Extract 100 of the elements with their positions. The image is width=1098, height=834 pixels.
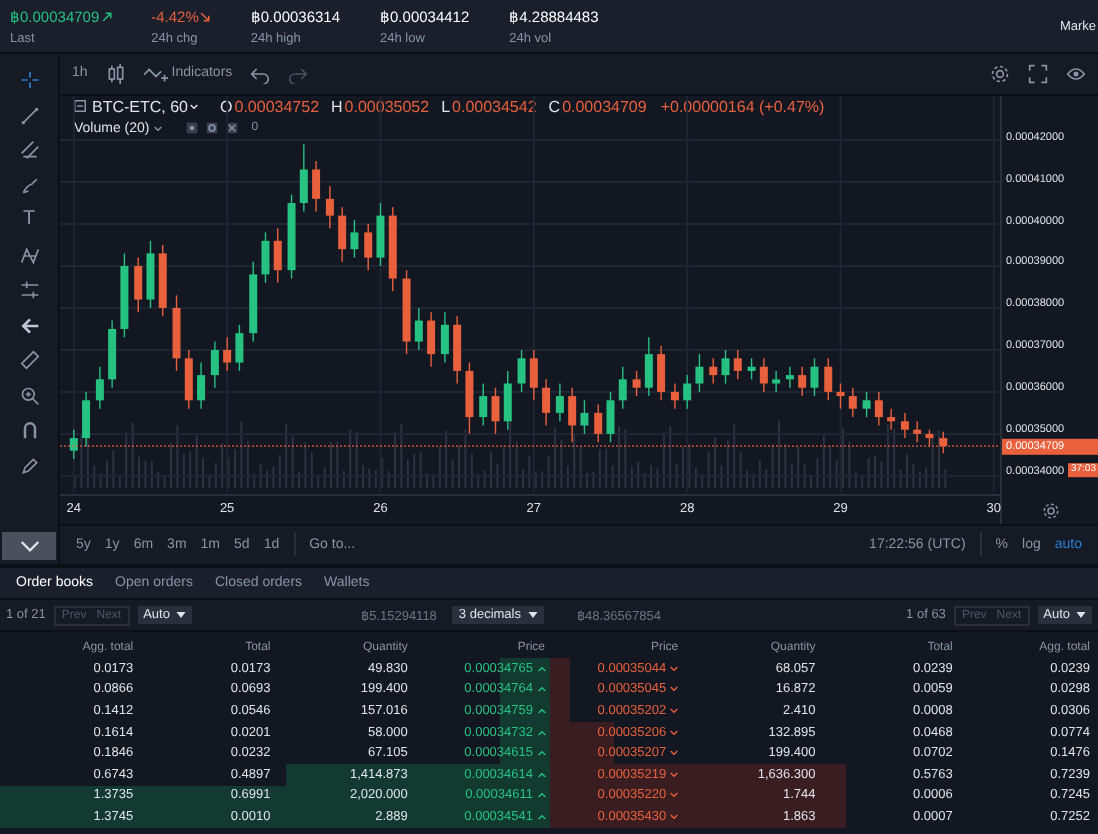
parallel-lines-icon[interactable] <box>19 140 39 160</box>
candlestick <box>134 255 143 312</box>
symbol-label[interactable]: BTC-ETC, 60 <box>92 97 189 115</box>
caret-down-icon <box>670 771 679 778</box>
measure-icon[interactable] <box>19 280 39 300</box>
candlestick <box>146 239 155 308</box>
caret-up-icon <box>537 792 545 799</box>
candlestick <box>683 373 692 409</box>
ohlc-value: 0.00035052 <box>344 97 430 115</box>
caret-up-icon <box>537 813 545 820</box>
caret-down-icon <box>670 729 679 736</box>
candlestick <box>618 365 627 409</box>
candlestick <box>695 352 704 392</box>
caret-icon <box>1076 612 1086 618</box>
candlestick <box>709 356 718 384</box>
caret-down-icon <box>670 686 679 693</box>
undo-icon[interactable] <box>250 63 271 84</box>
caret-down-icon <box>670 665 679 672</box>
caret-up-icon <box>537 750 545 757</box>
candlestick <box>632 369 641 396</box>
caret-down-icon <box>670 792 679 799</box>
pattern-icon[interactable] <box>19 245 39 265</box>
candlestick <box>594 402 603 442</box>
candlestick <box>785 365 794 388</box>
candlestick <box>350 218 359 258</box>
ohlc-label: O <box>220 97 233 115</box>
zoom-icon[interactable] <box>19 385 39 405</box>
close-icon[interactable] <box>225 122 238 134</box>
crosshair-icon[interactable] <box>19 70 39 90</box>
settings-icon[interactable] <box>1042 501 1060 519</box>
trend-line-icon[interactable] <box>19 105 39 125</box>
ohlc-label: H <box>331 97 343 115</box>
eye-icon[interactable] <box>185 122 198 134</box>
candlestick <box>427 310 436 367</box>
candlestick <box>325 184 334 228</box>
caret-up-icon <box>537 686 545 693</box>
eye-icon[interactable] <box>1066 63 1086 84</box>
ohlc-value: 0.00034709 <box>562 97 647 115</box>
candles-icon[interactable] <box>105 63 126 84</box>
candlestick <box>542 377 551 426</box>
candlestick <box>95 365 104 409</box>
candlestick <box>453 314 462 384</box>
candlestick <box>184 348 193 409</box>
candlestick <box>848 386 857 417</box>
caret-up-icon <box>537 707 545 714</box>
candlestick <box>376 201 385 266</box>
candlestick <box>235 323 244 371</box>
caret-icon <box>175 612 186 618</box>
ohlc-value: 0.00034542 <box>452 97 537 115</box>
ohlc-label: L <box>441 97 451 115</box>
settings-icon[interactable] <box>990 63 1010 84</box>
arrow-down-icon <box>200 11 211 21</box>
collapse-button[interactable] <box>2 532 56 560</box>
ohlc-value: 0.00034752 <box>234 97 320 115</box>
back-arrow-icon[interactable] <box>19 315 39 335</box>
candlestick <box>657 344 666 400</box>
candlestick <box>733 348 742 380</box>
arrow-up-icon <box>101 11 112 21</box>
candlestick <box>299 142 308 212</box>
candlestick <box>913 419 922 442</box>
caret-down-icon <box>670 707 679 714</box>
candlestick <box>939 430 948 453</box>
candlestick <box>862 390 871 417</box>
candlestick <box>517 348 526 392</box>
candlestick <box>670 381 679 409</box>
candlestick <box>479 381 488 426</box>
candlestick <box>338 205 347 262</box>
candlestick <box>210 339 219 388</box>
candlestick <box>874 390 883 426</box>
change-value: +0.00000164 (+0.47%) <box>660 97 825 115</box>
candlestick <box>555 381 564 421</box>
candlestick <box>759 356 768 392</box>
candlestick <box>529 348 538 400</box>
candlestick <box>414 306 423 350</box>
ruler-icon[interactable] <box>19 350 39 370</box>
caret-down-icon <box>670 813 679 820</box>
candlestick <box>810 356 819 396</box>
caret-up-icon <box>537 729 545 736</box>
settings-icon[interactable] <box>205 122 218 134</box>
caret-icon <box>527 612 537 618</box>
candlestick <box>900 411 909 438</box>
candlestick <box>223 335 232 371</box>
candlestick <box>364 222 373 270</box>
fullscreen-icon[interactable] <box>1028 63 1048 84</box>
brush-icon[interactable] <box>19 175 39 195</box>
magnet-icon[interactable] <box>19 420 39 440</box>
caret-down-icon <box>670 750 679 757</box>
candlestick <box>721 348 730 384</box>
caret-icon <box>190 103 199 109</box>
indicator-icon <box>143 64 168 83</box>
pencil-icon[interactable] <box>19 455 39 475</box>
candlestick <box>312 159 321 212</box>
collapse-legend-icon[interactable] <box>74 100 86 112</box>
text-tool[interactable]: T <box>19 210 39 230</box>
candlestick <box>440 310 449 363</box>
candlestick <box>772 369 781 392</box>
candlestick <box>606 390 615 442</box>
candlestick <box>197 360 206 409</box>
candlestick <box>465 360 474 434</box>
candlestick <box>798 365 807 396</box>
